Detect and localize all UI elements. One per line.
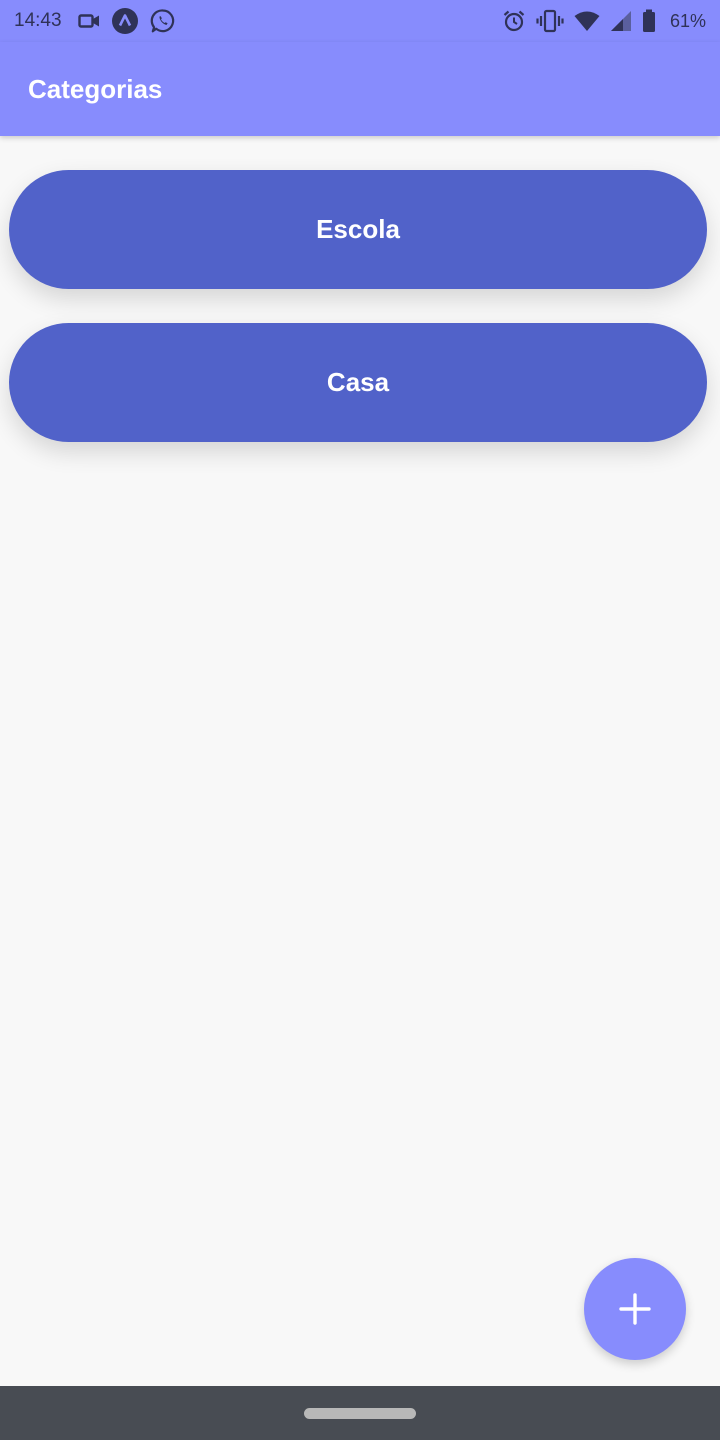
status-right: 61% [502, 0, 706, 42]
status-time: 14:43 [14, 10, 62, 31]
plus-icon [619, 1293, 651, 1325]
add-category-button[interactable] [584, 1258, 686, 1360]
arch-app-icon [111, 8, 138, 34]
page-title: Categorias [28, 74, 163, 104]
status-bar: 14:43 61% [0, 0, 720, 42]
category-button-escola[interactable]: Escola [9, 170, 707, 289]
battery-icon [642, 9, 656, 33]
app-bar: Categorias [0, 42, 720, 136]
home-gesture-handle[interactable] [304, 1408, 416, 1419]
category-label: Escola [316, 214, 400, 244]
screen: 14:43 61% Categorias Escola Casa [0, 0, 720, 1440]
category-list: Escola Casa [9, 170, 707, 476]
status-left: 14:43 [14, 0, 188, 42]
category-button-casa[interactable]: Casa [9, 323, 707, 442]
whatsapp-icon [150, 8, 176, 34]
alarm-icon [502, 9, 526, 33]
cell-signal-icon [610, 10, 632, 32]
battery-percent: 61% [669, 10, 706, 31]
category-label: Casa [326, 367, 390, 397]
video-camera-icon [77, 13, 100, 29]
vibrate-icon [536, 9, 564, 33]
navigation-bar [0, 1386, 720, 1440]
wifi-icon [574, 10, 600, 32]
